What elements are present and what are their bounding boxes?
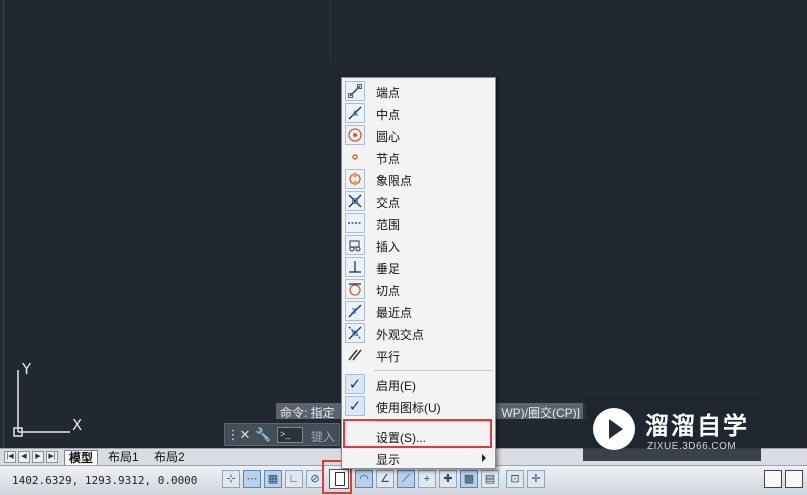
menu-item-endpoint[interactable]: 端点 xyxy=(342,80,495,102)
next-tab-icon[interactable]: ▶ xyxy=(32,451,44,463)
lineweight-icon[interactable]: ✚ xyxy=(439,470,457,488)
annotation-monitor-icon[interactable]: ✛ xyxy=(527,470,545,488)
canvas-border xyxy=(3,0,4,448)
transparency-icon[interactable]: ▩ xyxy=(460,470,478,488)
play-logo-icon xyxy=(593,408,635,450)
tab-layout2[interactable]: 布局2 xyxy=(150,450,189,465)
object-snap-tracking-icon[interactable]: ∠ xyxy=(376,470,394,488)
status-bar: 1402.6329, 1293.9312, 0.0000 ⊹ ⋯ ▦ ∟ ⊘ ◠… xyxy=(0,465,807,495)
menu-item-use-icons[interactable]: ✓ 使用图标(U) xyxy=(342,395,495,417)
midpoint-icon xyxy=(345,103,365,123)
menu-separator xyxy=(374,370,493,371)
ucs-y-label: Y xyxy=(22,360,32,378)
extension-icon xyxy=(345,213,365,233)
dynamic-ucs-icon[interactable]: ⟋ xyxy=(397,470,415,488)
center-icon xyxy=(345,125,365,145)
wrench-icon[interactable]: 🔧 xyxy=(255,427,271,443)
tab-layout1[interactable]: 布局1 xyxy=(104,450,143,465)
snap-mode-icon[interactable]: ⋯ xyxy=(243,470,261,488)
prev-tab-icon[interactable]: ◀ xyxy=(18,451,30,463)
ucs-icon: Y X xyxy=(12,360,92,442)
menu-item-display[interactable]: 显示 xyxy=(342,447,495,469)
menu-item-parallel[interactable]: 平行 xyxy=(342,344,495,366)
menu-item-node[interactable]: 节点 xyxy=(342,146,495,168)
tab-model[interactable]: 模型 xyxy=(64,450,99,465)
tangent-icon xyxy=(345,279,365,299)
dynamic-input-icon[interactable]: + xyxy=(418,470,436,488)
selection-cycling-icon[interactable]: ⊡ xyxy=(506,470,524,488)
terminal-icon[interactable]: >_ xyxy=(277,427,303,443)
command-history-tail: WP)/圈交(CP)] xyxy=(501,406,580,419)
3d-object-snap-icon[interactable]: ◠ xyxy=(355,470,373,488)
menu-item-center[interactable]: 圆心 xyxy=(342,124,495,146)
watermark-title: 溜溜自学 xyxy=(645,412,749,440)
last-tab-icon[interactable]: ▶| xyxy=(46,451,58,463)
ortho-mode-icon[interactable]: ∟ xyxy=(285,470,303,488)
insert-icon xyxy=(345,235,365,255)
menu-item-extension[interactable]: 范围 xyxy=(342,212,495,234)
menu-item-perpendicular[interactable]: 垂足 xyxy=(342,256,495,278)
command-line: ⋮ ✕ 🔧 >_ 键入命 xyxy=(224,423,340,461)
apparent-intersection-icon xyxy=(345,323,365,343)
command-history-text: 命令: 指定 xyxy=(280,406,335,419)
check-icon: ✓ xyxy=(345,374,365,394)
intersection-icon xyxy=(345,191,365,211)
watermark: 溜溜自学 ZIXUE.3D66.COM xyxy=(583,397,761,461)
perpendicular-icon xyxy=(345,257,365,277)
quick-properties-icon[interactable]: ▤ xyxy=(481,470,499,488)
menu-item-insert[interactable]: 插入 xyxy=(342,234,495,256)
model-space-icon[interactable] xyxy=(764,470,782,488)
endpoint-icon xyxy=(345,81,365,101)
menu-item-tangent[interactable]: 切点 xyxy=(342,278,495,300)
nearest-icon xyxy=(345,301,365,321)
submenu-arrow-icon xyxy=(482,454,486,462)
check-icon: ✓ xyxy=(345,396,365,416)
osnap-context-menu: 端点 中点 圆心 节点 象限点 交点 范围 插入 垂足 切点 最近点 外观交点 … xyxy=(341,77,496,469)
menu-item-enable[interactable]: ✓ 启用(E) xyxy=(342,373,495,395)
grid-line xyxy=(330,0,331,60)
menu-item-quadrant[interactable]: 象限点 xyxy=(342,168,495,190)
layout-space-icon[interactable] xyxy=(785,470,803,488)
menu-item-nearest[interactable]: 最近点 xyxy=(342,300,495,322)
menu-item-apparent-intersection[interactable]: 外观交点 xyxy=(342,322,495,344)
menu-item-midpoint[interactable]: 中点 xyxy=(342,102,495,124)
first-tab-icon[interactable]: |◀ xyxy=(4,451,16,463)
settings-highlight xyxy=(343,419,492,448)
coordinate-readout: 1402.6329, 1293.9312, 0.0000 xyxy=(12,474,198,487)
node-icon xyxy=(345,147,365,167)
close-icon[interactable]: ✕ xyxy=(237,427,253,443)
watermark-url: ZIXUE.3D66.COM xyxy=(647,441,737,452)
grid-display-icon[interactable]: ▦ xyxy=(264,470,282,488)
parallel-icon xyxy=(345,345,365,365)
menu-item-intersection[interactable]: 交点 xyxy=(342,190,495,212)
ucs-x-label: X xyxy=(72,416,83,434)
quadrant-icon xyxy=(345,169,365,189)
infer-constraints-icon[interactable]: ⊹ xyxy=(222,470,240,488)
